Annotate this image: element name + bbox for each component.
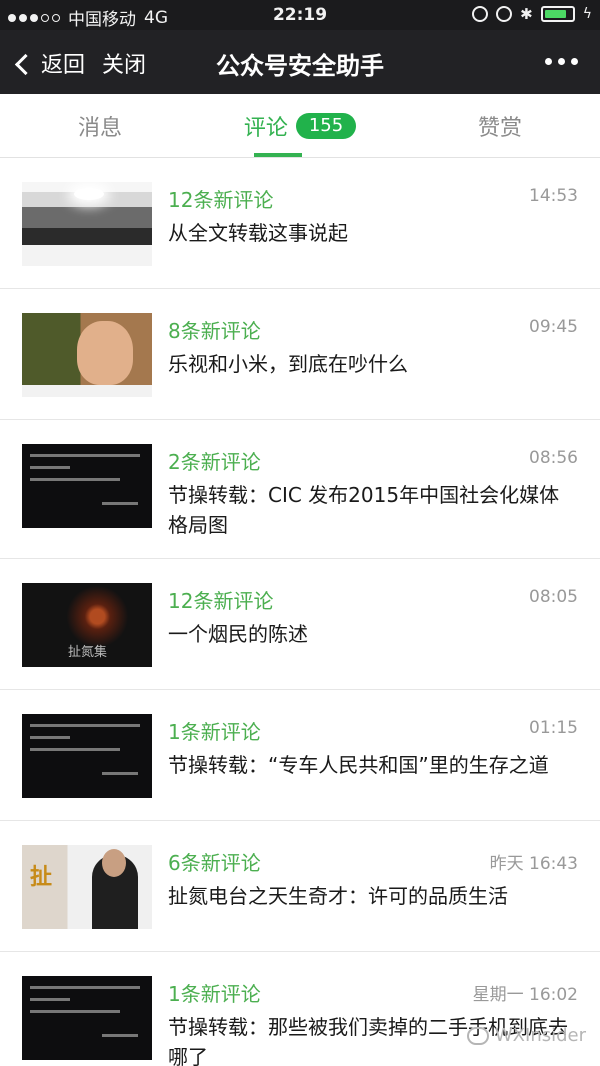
new-comment-count: 1条新评论 [168, 982, 261, 1006]
item-time: 星期一 16:02 [472, 985, 578, 1005]
item-time: 01:15 [529, 718, 578, 738]
nav-bar: 返回 关闭 公众号安全助手 [0, 30, 600, 94]
tab-comments[interactable]: 评论 155 [200, 94, 400, 157]
comment-count-badge: 155 [295, 112, 357, 139]
new-comment-count: 8条新评论 [168, 319, 261, 343]
wechat-icon [466, 1026, 489, 1045]
article-thumbnail [22, 444, 152, 528]
article-thumbnail [22, 976, 152, 1060]
item-time: 昨天 16:43 [489, 854, 578, 874]
tab-rewards[interactable]: 赞赏 [400, 94, 600, 157]
tab-messages[interactable]: 消息 [0, 94, 200, 157]
article-thumbnail [22, 313, 152, 397]
status-bar: 中国移动 4G 22:19 ✱ ϟ [0, 0, 600, 30]
close-button[interactable]: 关闭 [102, 47, 146, 79]
tab-comments-label: 评论 [243, 115, 288, 141]
article-thumbnail: 扯氮集 [22, 583, 152, 667]
tab-messages-label: 消息 [77, 115, 122, 141]
more-icon [545, 58, 578, 65]
article-title: 节操转载：“专车人民共和国”里的生存之道 [168, 753, 549, 777]
tab-bar: 消息 评论 155 赞赏 [0, 94, 600, 158]
bluetooth-icon: ✱ [520, 5, 533, 23]
watermark-text: WXInsider [494, 1025, 586, 1046]
list-item[interactable]: 2条新评论 08:56 节操转载：CIC 发布2015年中国社会化媒体格局图 [0, 420, 600, 559]
page-title: 公众号安全助手 [216, 52, 384, 80]
article-title: 从全文转载这事说起 [168, 221, 348, 245]
battery-icon [540, 6, 575, 22]
article-thumbnail: 扯 [22, 845, 152, 929]
alarm-icon [496, 6, 513, 22]
list-item[interactable]: 扯 6条新评论 昨天 16:43 扯氮电台之天生奇才：许可的品质生活 [0, 821, 600, 952]
article-title: 一个烟民的陈述 [168, 622, 308, 646]
item-time: 14:53 [529, 186, 578, 206]
comment-article-list: 12条新评论 14:53 从全文转载这事说起 8条新评论 09:45 乐视和小米… [0, 158, 600, 1066]
new-comment-count: 1条新评论 [168, 720, 261, 744]
list-item[interactable]: 1条新评论 星期一 16:02 节操转载：那些被我们卖掉的二手手机到底去哪了 [0, 952, 600, 1066]
thumbnail-caption: 扯氮集 [68, 645, 108, 660]
new-comment-count: 2条新评论 [168, 450, 261, 474]
more-button[interactable] [545, 58, 578, 65]
status-right: ✱ ϟ [472, 6, 592, 22]
new-comment-count: 12条新评论 [168, 188, 274, 212]
tab-rewards-label: 赞赏 [477, 115, 522, 141]
article-title: 扯氮电台之天生奇才：许可的品质生活 [168, 884, 508, 908]
list-item[interactable]: 1条新评论 01:15 节操转载：“专车人民共和国”里的生存之道 [0, 690, 600, 821]
item-time: 09:45 [529, 317, 578, 337]
active-tab-indicator [254, 153, 302, 157]
list-item[interactable]: 12条新评论 14:53 从全文转载这事说起 [0, 158, 600, 289]
article-title: 节操转载：CIC 发布2015年中国社会化媒体格局图 [168, 483, 560, 537]
lock-rotation-icon [472, 6, 489, 22]
item-time: 08:56 [529, 448, 578, 468]
item-time: 08:05 [529, 587, 578, 607]
chevron-left-icon [14, 53, 37, 75]
watermark: WXInsider [466, 1025, 586, 1046]
new-comment-count: 12条新评论 [168, 589, 274, 613]
charging-icon: ϟ [582, 6, 592, 22]
new-comment-count: 6条新评论 [168, 851, 261, 875]
list-item[interactable]: 8条新评论 09:45 乐视和小米，到底在吵什么 [0, 289, 600, 420]
article-title: 乐视和小米，到底在吵什么 [168, 352, 408, 376]
back-button[interactable]: 返回 [14, 47, 86, 79]
article-thumbnail [22, 714, 152, 798]
back-label: 返回 [41, 53, 86, 78]
list-item[interactable]: 扯氮集 12条新评论 08:05 一个烟民的陈述 [0, 559, 600, 690]
article-thumbnail [22, 182, 152, 266]
